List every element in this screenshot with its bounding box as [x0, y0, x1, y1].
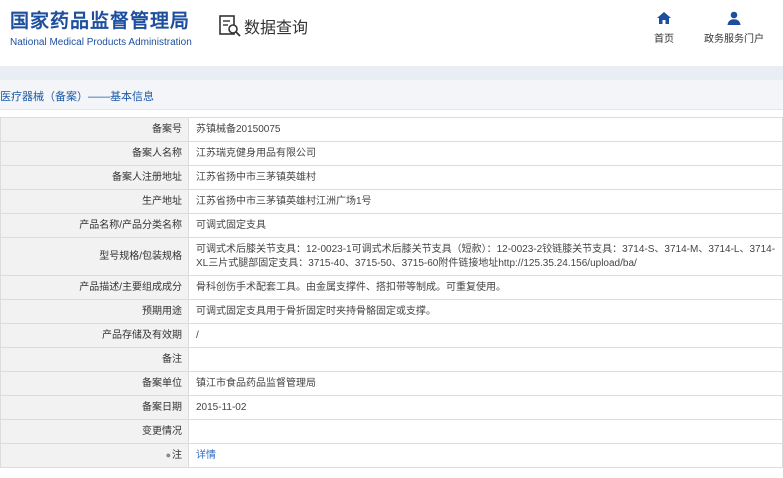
table-row: 备案单位 镇江市食品药品监督管理局 — [0, 371, 783, 396]
site-header: 国家药品监督管理局 National Medical Products Admi… — [0, 0, 783, 66]
row-label: 备案单位 — [0, 371, 189, 396]
nav-service-portal[interactable]: 政务服务门户 — [702, 10, 766, 45]
logo-title-en: National Medical Products Administration — [10, 37, 192, 48]
data-query-label: 数据查询 — [244, 18, 309, 37]
row-value: 苏镇械备20150075 — [188, 117, 783, 142]
row-label: 备案人注册地址 — [0, 165, 189, 190]
row-value: 江苏省扬中市三茅镇英雄村 — [188, 165, 783, 190]
breadcrumb-text: 医疗器械（备案）——基本信息 — [0, 91, 154, 103]
row-value: 可调式固定支具 — [188, 213, 783, 238]
table-row: 型号规格/包装规格 可调式术后膝关节支具：12-0023-1可调式术后膝关节支具… — [0, 237, 783, 276]
row-label: 生产地址 — [0, 189, 189, 214]
table-row: 预期用途 可调式固定支具用于骨折固定时夹持骨骼固定或支撑。 — [0, 299, 783, 324]
row-label: 预期用途 — [0, 299, 189, 324]
table-row: 备案人名称 江苏瑞克健身用品有限公司 — [0, 141, 783, 166]
row-value — [188, 347, 783, 372]
document-search-icon — [219, 15, 241, 37]
table-row: 变更情况 — [0, 419, 783, 444]
breadcrumb: 医疗器械（备案）——基本信息 — [0, 80, 783, 110]
row-label: 产品描述/主要组成成分 — [0, 275, 189, 300]
header-divider — [0, 66, 783, 80]
nav-home-label: 首页 — [654, 34, 674, 45]
row-value: 江苏省扬中市三茅镇英雄村江洲广场1号 — [188, 189, 783, 214]
table-row: 生产地址 江苏省扬中市三茅镇英雄村江洲广场1号 — [0, 189, 783, 214]
row-value: 可调式术后膝关节支具：12-0023-1可调式术后膝关节支具（短款）：12-00… — [188, 237, 783, 276]
table-row: 备案人注册地址 江苏省扬中市三茅镇英雄村 — [0, 165, 783, 190]
row-value: 可调式固定支具用于骨折固定时夹持骨骼固定或支撑。 — [188, 299, 783, 324]
row-value: 江苏瑞克健身用品有限公司 — [188, 141, 783, 166]
user-icon — [727, 11, 741, 25]
table-row: 产品名称/产品分类名称 可调式固定支具 — [0, 213, 783, 238]
lightbulb-icon: ● — [165, 450, 171, 460]
logo-title-cn: 国家药品监督管理局 — [10, 10, 191, 32]
nav-portal-label: 政务服务门户 — [704, 34, 764, 45]
row-label: 备注 — [0, 347, 189, 372]
table-row: 产品存储及有效期 / — [0, 323, 783, 348]
row-value: 镇江市食品药品监督管理局 — [188, 371, 783, 396]
table-row: ●注 详情 — [0, 443, 783, 468]
row-label: 变更情况 — [0, 419, 189, 444]
row-value: 骨科创伤手术配套工具。由金属支撑件、搭扣带等制成。可重复使用。 — [188, 275, 783, 300]
row-label: 型号规格/包装规格 — [0, 237, 189, 276]
data-query-title: 数据查询 — [218, 14, 308, 38]
nav-home[interactable]: 首页 — [652, 10, 676, 45]
note-label-cell: ●注 — [0, 443, 189, 468]
row-label: 备案日期 — [0, 395, 189, 420]
table-row: 备案日期 2015-11-02 — [0, 395, 783, 420]
table-row: 产品描述/主要组成成分 骨科创伤手术配套工具。由金属支撑件、搭扣带等制成。可重复… — [0, 275, 783, 300]
details-link[interactable]: 详情 — [196, 450, 216, 461]
row-value: / — [188, 323, 783, 348]
row-label: 产品存储及有效期 — [0, 323, 189, 348]
site-logo[interactable]: 国家药品监督管理局 National Medical Products Admi… — [10, 10, 192, 49]
row-value-cell: 详情 — [188, 443, 783, 468]
row-label: 备案号 — [0, 117, 189, 142]
table-row: 备注 — [0, 347, 783, 372]
device-info-table: 备案号 苏镇械备20150075 备案人名称 江苏瑞克健身用品有限公司 备案人注… — [0, 117, 783, 468]
row-label: 注 — [172, 450, 182, 461]
table-row: 备案号 苏镇械备20150075 — [0, 117, 783, 142]
home-icon — [657, 12, 671, 24]
row-value: 2015-11-02 — [188, 395, 783, 420]
row-label: 产品名称/产品分类名称 — [0, 213, 189, 238]
row-value — [188, 419, 783, 444]
row-label: 备案人名称 — [0, 141, 189, 166]
